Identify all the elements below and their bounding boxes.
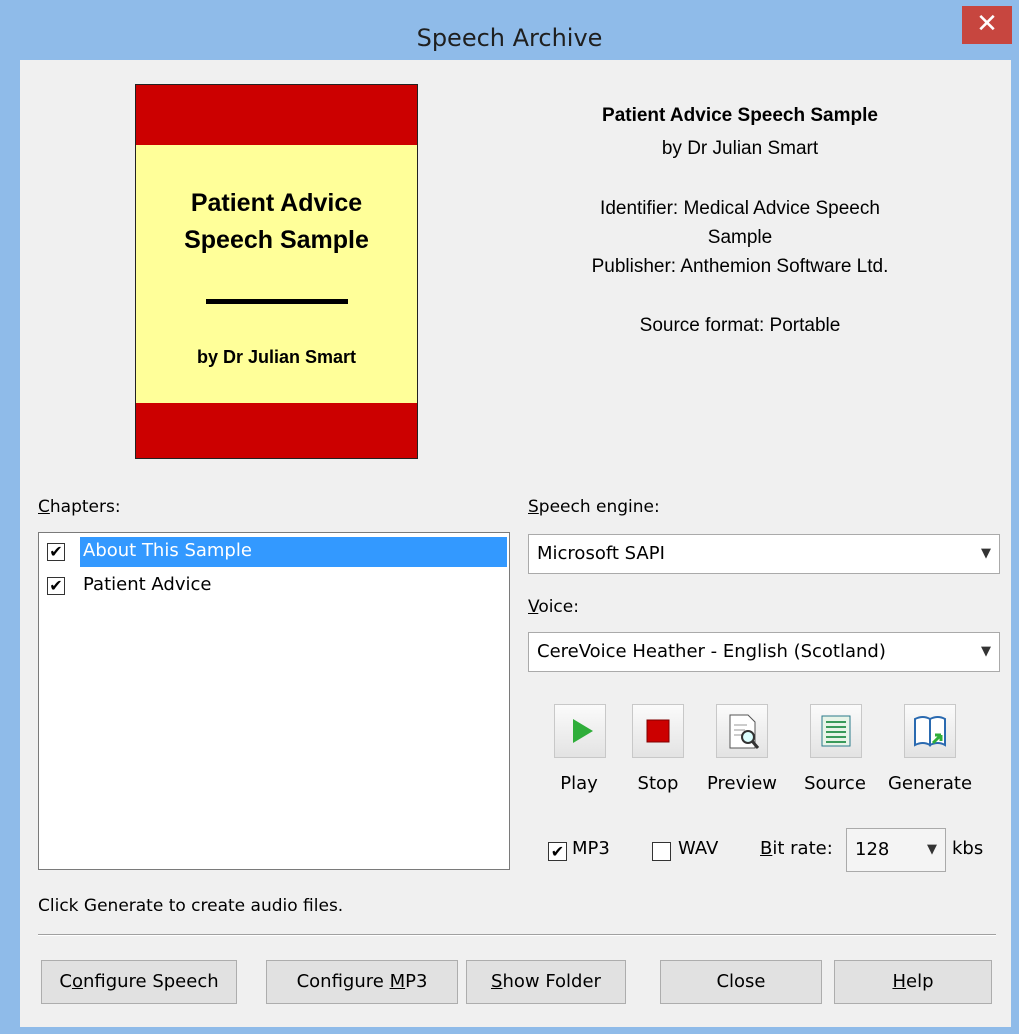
chapter-checkbox-1[interactable]: ✔ bbox=[47, 543, 65, 561]
stop-icon bbox=[646, 719, 670, 743]
help-button[interactable]: Help bbox=[834, 960, 992, 1004]
cover-title-line2: Speech Sample bbox=[184, 226, 369, 254]
dialog-window: Speech Archive ✕ Patient Advice Speech S… bbox=[0, 0, 1019, 1034]
speech-engine-label-rest: peech engine: bbox=[538, 497, 660, 517]
dialog-client-area: Patient Advice Speech Sample by Dr Julia… bbox=[20, 60, 1011, 1027]
show-folder-post: how Folder bbox=[502, 971, 601, 992]
cover-bottom-band bbox=[136, 403, 417, 458]
speech-engine-select[interactable]: Microsoft SAPI ▼ bbox=[528, 534, 1000, 574]
bitrate-label: Bit rate: bbox=[760, 838, 833, 859]
help-post: elp bbox=[906, 971, 934, 992]
title-bar[interactable]: Speech Archive ✕ bbox=[0, 0, 1019, 60]
wav-checkbox[interactable] bbox=[652, 842, 671, 861]
help-accel: H bbox=[892, 971, 907, 992]
preview-label: Preview bbox=[706, 773, 778, 794]
configure-speech-post: nfigure Speech bbox=[82, 971, 219, 992]
bitrate-label-rest: it rate: bbox=[772, 838, 833, 859]
speech-engine-value: Microsoft SAPI bbox=[537, 543, 665, 564]
identifier-line2: Sample bbox=[707, 227, 773, 248]
voice-label: Voice: bbox=[528, 597, 579, 617]
voice-value: CereVoice Heather - English (Scotland) bbox=[537, 641, 886, 662]
cover-author: by Dr Julian Smart bbox=[196, 347, 357, 367]
source-format: Source format: Portable bbox=[639, 315, 841, 336]
cover-title-line1: Patient Advice bbox=[190, 189, 363, 217]
close-button[interactable]: Close bbox=[660, 960, 822, 1004]
configure-speech-accel: o bbox=[71, 971, 83, 992]
identifier-line1: Identifier: Medical Advice Speech bbox=[600, 198, 880, 219]
preview-button[interactable] bbox=[716, 704, 768, 758]
window-title: Speech Archive bbox=[416, 24, 603, 52]
mp3-checkbox[interactable]: ✔ bbox=[548, 842, 567, 861]
generate-button[interactable] bbox=[904, 704, 956, 758]
chapter-checkbox-2[interactable]: ✔ bbox=[47, 577, 65, 595]
bitrate-label-accel: B bbox=[760, 838, 773, 859]
status-text: Click Generate to create audio files. bbox=[38, 896, 344, 916]
configure-speech-button[interactable]: Configure Speech bbox=[41, 960, 237, 1004]
preview-icon bbox=[729, 714, 760, 749]
bitrate-unit: kbs bbox=[952, 838, 984, 859]
voice-label-rest: oice: bbox=[538, 597, 579, 617]
speech-engine-label: Speech engine: bbox=[528, 497, 660, 517]
configure-speech-pre: C bbox=[59, 971, 72, 992]
chapter-label-1: About This Sample bbox=[80, 537, 507, 567]
generate-label: Generate bbox=[887, 773, 973, 794]
list-item[interactable]: ✔ Patient Advice bbox=[41, 571, 503, 601]
chapters-label-accel: C bbox=[38, 497, 50, 517]
bitrate-select[interactable]: 128 ▼ bbox=[846, 828, 946, 872]
stop-label: Stop bbox=[637, 773, 679, 794]
stop-button[interactable] bbox=[632, 704, 684, 758]
show-folder-button[interactable]: Show Folder bbox=[466, 960, 626, 1004]
play-icon bbox=[573, 719, 593, 743]
configure-mp3-button[interactable]: Configure MP3 bbox=[266, 960, 458, 1004]
voice-label-accel: V bbox=[528, 597, 539, 617]
wav-label: WAV bbox=[678, 838, 719, 859]
close-window-button[interactable]: ✕ bbox=[962, 6, 1012, 44]
generate-icon bbox=[914, 716, 946, 747]
chevron-down-icon: ▼ bbox=[981, 644, 991, 659]
publisher: Publisher: Anthemion Software Ltd. bbox=[591, 256, 889, 277]
cover-top-band bbox=[136, 85, 417, 145]
chapters-label: Chapters: bbox=[38, 497, 121, 517]
voice-select[interactable]: CereVoice Heather - English (Scotland) ▼ bbox=[528, 632, 1000, 672]
list-item[interactable]: ✔ About This Sample bbox=[41, 537, 507, 567]
chevron-down-icon: ▼ bbox=[927, 842, 937, 857]
source-icon bbox=[821, 715, 851, 747]
cover-rule bbox=[206, 299, 348, 304]
chapters-label-rest: hapters: bbox=[49, 497, 121, 517]
book-title: Patient Advice Speech Sample bbox=[602, 105, 878, 126]
configure-mp3-accel: M bbox=[389, 971, 406, 992]
book-author: by Dr Julian Smart bbox=[661, 138, 819, 159]
mp3-label: MP3 bbox=[572, 838, 610, 859]
play-button[interactable] bbox=[554, 704, 606, 758]
source-button[interactable] bbox=[810, 704, 862, 758]
bitrate-value: 128 bbox=[855, 839, 890, 860]
chevron-down-icon: ▼ bbox=[981, 546, 991, 561]
source-label: Source bbox=[804, 773, 866, 794]
show-folder-accel: S bbox=[491, 971, 503, 992]
cover-image: Patient Advice Speech Sample by Dr Julia… bbox=[135, 84, 418, 459]
chapter-label-2: Patient Advice bbox=[83, 574, 212, 595]
chapters-list[interactable]: ✔ About This Sample ✔ Patient Advice bbox=[38, 532, 510, 870]
play-label: Play bbox=[560, 773, 598, 794]
separator bbox=[38, 934, 996, 936]
configure-mp3-pre: Configure bbox=[296, 971, 390, 992]
speech-engine-label-accel: S bbox=[528, 497, 539, 517]
configure-mp3-post: P3 bbox=[405, 971, 428, 992]
cover-title: Patient Advice Speech Sample bbox=[136, 185, 417, 259]
